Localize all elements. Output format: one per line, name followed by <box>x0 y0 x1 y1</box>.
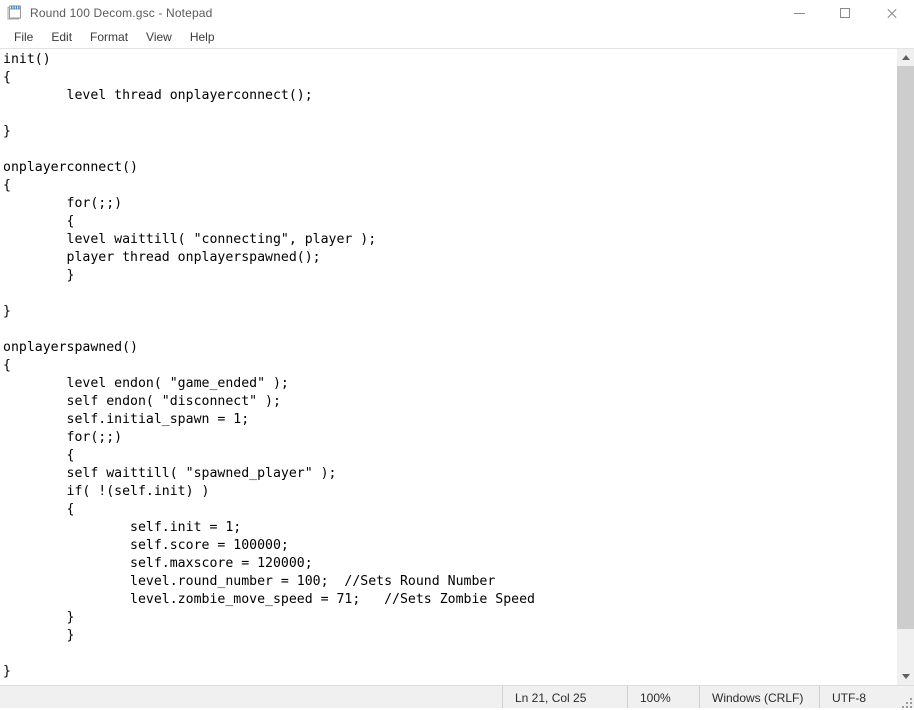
window-controls <box>776 0 914 26</box>
text-editor[interactable]: init() { level thread onplayerconnect();… <box>0 49 896 685</box>
maximize-icon <box>840 8 850 18</box>
maximize-button[interactable] <box>822 0 868 26</box>
menu-item-help[interactable]: Help <box>181 27 224 47</box>
menu-item-edit[interactable]: Edit <box>42 27 81 47</box>
menu-bar: File Edit Format View Help <box>0 26 914 48</box>
minimize-icon <box>793 12 805 14</box>
close-button[interactable] <box>868 0 914 26</box>
scroll-down-button[interactable] <box>897 668 914 685</box>
cursor-position-status: Ln 21, Col 25 <box>502 686 627 710</box>
menu-item-file[interactable]: File <box>5 27 42 47</box>
menu-item-view[interactable]: View <box>137 27 181 47</box>
editor-area: init() { level thread onplayerconnect();… <box>0 48 914 685</box>
close-icon <box>886 8 897 19</box>
title-bar[interactable]: Round 100 Decom.gsc - Notepad <box>0 0 914 26</box>
notepad-window: Round 100 Decom.gsc - Notepad File Edit … <box>0 0 914 710</box>
status-bar-spacer <box>0 686 502 710</box>
scrollbar-thumb[interactable] <box>897 66 914 629</box>
encoding-status[interactable]: UTF-8 <box>819 686 899 710</box>
zoom-level-status[interactable]: 100% <box>627 686 699 710</box>
menu-item-format[interactable]: Format <box>81 27 137 47</box>
notepad-icon <box>6 5 22 21</box>
status-bar: Ln 21, Col 25 100% Windows (CRLF) UTF-8 <box>0 685 914 710</box>
scroll-up-button[interactable] <box>897 49 914 66</box>
minimize-button[interactable] <box>776 0 822 26</box>
chevron-down-icon <box>901 674 910 679</box>
resize-grip[interactable] <box>899 695 913 709</box>
scrollbar-track[interactable] <box>897 66 914 668</box>
window-title: Round 100 Decom.gsc - Notepad <box>30 6 213 20</box>
vertical-scrollbar[interactable] <box>896 49 914 685</box>
chevron-up-icon <box>901 55 910 60</box>
line-ending-status[interactable]: Windows (CRLF) <box>699 686 819 710</box>
